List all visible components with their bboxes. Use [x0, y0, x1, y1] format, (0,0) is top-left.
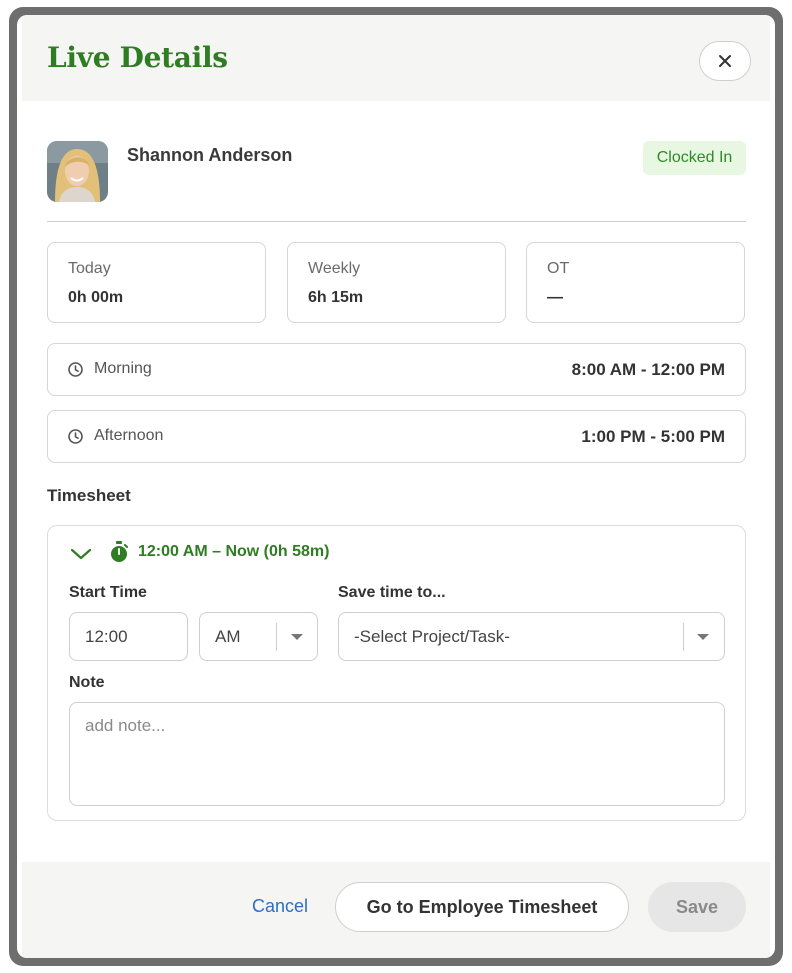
divider [47, 221, 746, 222]
stat-label: OT [547, 260, 570, 277]
clock-icon [68, 362, 83, 377]
shift-row-morning: Morning 8:00 AM - 12:00 PM [47, 343, 746, 396]
caret-down-icon [291, 634, 303, 640]
ampm-select[interactable]: AM [199, 612, 318, 661]
stat-value: — [547, 289, 563, 306]
timesheet-title: Timesheet [47, 486, 131, 505]
ampm-value: AM [215, 626, 241, 646]
project-task-value: -Select Project/Task- [354, 626, 510, 646]
stat-label: Weekly [308, 260, 361, 277]
employee-name: Shannon Anderson [127, 145, 293, 165]
save-button[interactable]: Save [648, 882, 746, 932]
stat-card-today: Today 0h 00m [47, 242, 266, 323]
modal-footer: Cancel Go to Employee Timesheet Save [22, 862, 770, 958]
note-label: Note [69, 674, 105, 691]
note-input[interactable] [69, 702, 725, 806]
modal-header: Live Details [22, 15, 770, 101]
stat-value: 0h 00m [68, 289, 124, 306]
cancel-button[interactable]: Cancel [252, 896, 308, 917]
select-divider [276, 623, 277, 651]
stopwatch-icon [111, 541, 128, 562]
stat-card-ot: OT — [526, 242, 745, 323]
live-details-modal: Live Details Shannon Anderson Clocked In… [17, 15, 775, 958]
shift-row-afternoon: Afternoon 1:00 PM - 5:00 PM [47, 410, 746, 463]
go-to-employee-timesheet-button[interactable]: Go to Employee Timesheet [335, 882, 629, 932]
clock-icon [68, 429, 83, 444]
entry-summary: 12:00 AM – Now (0h 58m) [138, 543, 330, 560]
status-badge: Clocked In [643, 141, 746, 175]
avatar [47, 141, 108, 202]
start-time-label: Start Time [69, 584, 147, 601]
modal-title: Live Details [47, 41, 228, 74]
chevron-down-icon[interactable] [69, 545, 93, 563]
select-divider [683, 623, 684, 651]
caret-down-icon [697, 634, 709, 640]
stat-card-weekly: Weekly 6h 15m [287, 242, 506, 323]
project-task-select[interactable]: -Select Project/Task- [338, 612, 725, 661]
shift-label: Morning [94, 360, 152, 377]
shift-time: 8:00 AM - 12:00 PM [571, 360, 725, 379]
shift-time: 1:00 PM - 5:00 PM [581, 427, 725, 446]
stat-label: Today [68, 260, 111, 277]
close-icon [719, 55, 731, 67]
timesheet-entry-card: 12:00 AM – Now (0h 58m) Start Time Save … [47, 525, 746, 821]
save-time-label: Save time to... [338, 584, 446, 601]
stat-value: 6h 15m [308, 289, 364, 306]
close-button[interactable] [699, 41, 751, 81]
start-time-input[interactable]: 12:00 [69, 612, 188, 661]
shift-label: Afternoon [94, 427, 164, 444]
